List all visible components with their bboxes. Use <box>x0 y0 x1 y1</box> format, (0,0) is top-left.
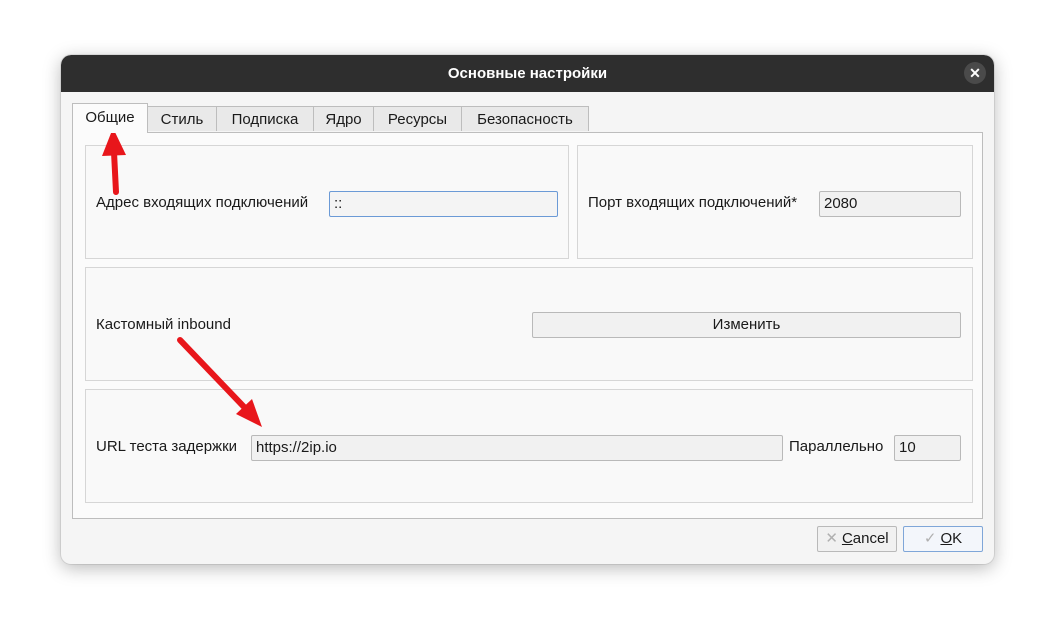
latency-url-input[interactable]: https://2ip.io <box>251 435 783 461</box>
cancel-icon: ✕ <box>825 530 838 547</box>
inbound-port-input[interactable]: 2080 <box>819 191 961 217</box>
latency-test-group: URL теста задержки https://2ip.io Паралл… <box>85 389 973 503</box>
tab-label: Стиль <box>160 111 204 128</box>
checkmark-icon: ✓ <box>923 530 937 547</box>
inbound-port-label: Порт входящих подключений* <box>588 194 798 211</box>
tab-label: Ядро <box>325 111 362 128</box>
window-title: Основные настройки <box>447 65 608 82</box>
tab-label: Подписка <box>231 111 299 128</box>
tab-style[interactable]: Стиль <box>147 106 217 131</box>
parallel-input[interactable]: 10 <box>894 435 961 461</box>
tab-subscription[interactable]: Подписка <box>216 106 314 131</box>
parallel-label: Параллельно <box>789 438 884 455</box>
custom-inbound-group: Кастомный inbound Изменить <box>85 267 973 381</box>
inbound-port-group: Порт входящих подключений* 2080 <box>577 145 973 259</box>
ok-mnemonic: O <box>940 530 953 547</box>
tab-label: Ресурсы <box>387 111 448 128</box>
settings-dialog: Основные настройки ✕ Общие Стиль Подписк… <box>61 55 994 564</box>
close-icon[interactable]: ✕ <box>964 62 986 84</box>
general-tab-panel: Адрес входящих подключений :: Порт входя… <box>72 132 983 519</box>
cancel-mnemonic: C <box>841 530 853 547</box>
ok-label: K <box>952 530 963 547</box>
latency-url-label: URL теста задержки <box>96 438 238 455</box>
title-bar: Основные настройки ✕ <box>61 55 994 92</box>
edit-custom-inbound-button[interactable]: Изменить <box>532 312 961 338</box>
inbound-address-input[interactable]: :: <box>329 191 558 217</box>
cancel-label: ancel <box>852 530 889 547</box>
tab-general[interactable]: Общие <box>72 103 148 133</box>
custom-inbound-label: Кастомный inbound <box>96 316 231 333</box>
tab-security[interactable]: Безопасность <box>461 106 589 131</box>
inbound-address-group: Адрес входящих подключений :: <box>85 145 569 259</box>
inbound-address-label: Адрес входящих подключений <box>96 194 309 211</box>
cancel-button[interactable]: ✕ Cancel <box>817 526 897 552</box>
tab-label: Безопасность <box>477 111 573 128</box>
ok-button[interactable]: ✓ OK <box>903 526 983 552</box>
tab-core[interactable]: Ядро <box>313 106 374 131</box>
tab-label: Общие <box>85 109 135 126</box>
tab-resources[interactable]: Ресурсы <box>373 106 462 131</box>
